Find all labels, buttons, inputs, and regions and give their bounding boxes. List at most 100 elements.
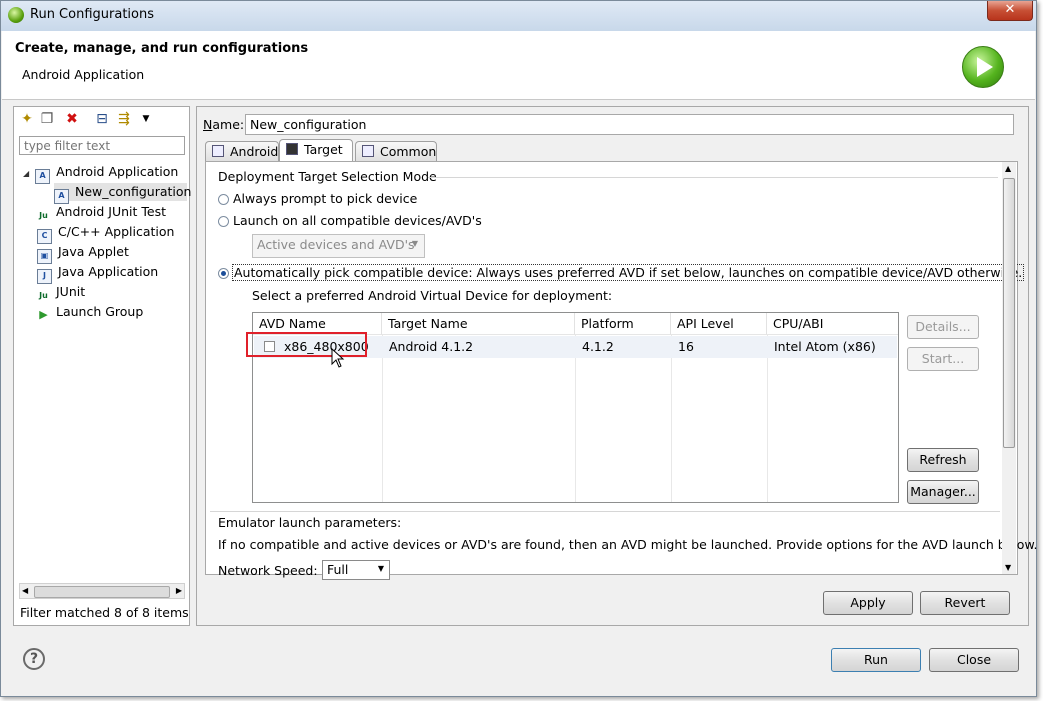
emulator-params-label: Emulator launch parameters: bbox=[218, 515, 402, 530]
target-tab-content: Deployment Target Selection Mode Always … bbox=[205, 161, 1038, 580]
window-close-button[interactable]: ✕ bbox=[987, 1, 1033, 21]
column-header-target-name[interactable]: Target Name bbox=[382, 313, 575, 335]
launch-group-icon: ▶ bbox=[39, 308, 48, 321]
column-header-api-level[interactable]: API Level bbox=[671, 313, 767, 335]
java-app-icon: J bbox=[37, 269, 52, 284]
tree-item-cpp-application[interactable]: C C/C++ Application bbox=[37, 223, 175, 244]
apply-label: Apply bbox=[850, 595, 886, 610]
tree-item-label: Android JUnit Test bbox=[56, 204, 167, 219]
filter-config-icon[interactable]: ⇶ bbox=[116, 111, 132, 127]
close-label: Close bbox=[956, 652, 992, 667]
tab-label: Android bbox=[230, 144, 279, 159]
title-bar[interactable]: Run Configurations ✕ bbox=[1, 1, 1036, 31]
manager-button[interactable]: Manager... bbox=[907, 480, 979, 504]
details-button[interactable]: Details... bbox=[907, 315, 979, 339]
android-app-icon: A bbox=[35, 169, 51, 184]
radio-launch-all[interactable] bbox=[218, 216, 229, 227]
name-input[interactable]: New_configuration bbox=[245, 114, 1014, 135]
tree-item-junit[interactable]: Ju JUnit bbox=[37, 283, 85, 301]
cell-api-level: 16 bbox=[678, 339, 694, 354]
scroll-down-icon[interactable]: ▼ bbox=[1005, 563, 1011, 572]
view-menu-chevron-down-icon[interactable]: ▼ bbox=[138, 111, 154, 127]
network-speed-value: Full bbox=[327, 562, 349, 577]
tree-item-label: Java Applet bbox=[58, 244, 129, 259]
tree-item-label: New_configuration bbox=[75, 184, 192, 199]
apply-button[interactable]: Apply bbox=[823, 591, 913, 615]
common-tab-icon bbox=[362, 145, 374, 157]
header-title: Create, manage, and run configurations bbox=[15, 41, 309, 56]
tree-item-label: Launch Group bbox=[56, 304, 144, 319]
delete-config-icon[interactable]: ✖ bbox=[64, 111, 80, 127]
radio-launch-all-label[interactable]: Launch on all compatible devices/AVD's bbox=[233, 213, 482, 228]
scrollbar-thumb[interactable] bbox=[1003, 178, 1015, 448]
refresh-button[interactable]: Refresh bbox=[907, 448, 979, 472]
tree-item-java-applet[interactable]: ▣ Java Applet bbox=[37, 243, 129, 264]
tree-item-android-application[interactable]: ◢ A Android Application bbox=[23, 163, 179, 184]
deployment-group-label: Deployment Target Selection Mode bbox=[218, 169, 437, 184]
active-devices-select[interactable]: Active devices and AVD's ▼ bbox=[252, 234, 425, 258]
window-title: Run Configurations bbox=[30, 7, 154, 22]
tree-item-label: C/C++ Application bbox=[58, 224, 175, 239]
scroll-left-icon[interactable]: ◀ bbox=[22, 586, 28, 595]
tab-android[interactable]: Android bbox=[205, 141, 279, 161]
eclipse-app-icon bbox=[8, 7, 24, 23]
tree-item-label: Android Application bbox=[56, 164, 179, 179]
tree-item-label: JUnit bbox=[56, 284, 86, 299]
name-label: Name: bbox=[203, 117, 245, 132]
tree-item-android-junit-test[interactable]: Ju Android JUnit Test bbox=[37, 203, 166, 221]
configuration-tree-panel: ✦ ❐ ✖ ⊟ ⇶ ▼ ◢ A Android Application A New_c… bbox=[13, 106, 191, 626]
column-header-platform[interactable]: Platform bbox=[575, 313, 671, 335]
java-applet-icon: ▣ bbox=[37, 249, 52, 264]
mouse-cursor-icon bbox=[331, 348, 345, 368]
start-button[interactable]: Start... bbox=[907, 347, 979, 371]
tree-horizontal-scrollbar[interactable]: ◀ ▶ bbox=[19, 583, 185, 599]
new-launch-config-icon[interactable]: ✦ bbox=[19, 111, 35, 127]
dialog-header: Create, manage, and run configurations A… bbox=[2, 31, 1035, 100]
tab-label: Common bbox=[380, 144, 437, 159]
cell-platform: 4.1.2 bbox=[582, 339, 614, 354]
chevron-down-icon: ▼ bbox=[377, 564, 384, 573]
filter-input[interactable] bbox=[19, 136, 185, 155]
revert-label: Revert bbox=[944, 595, 986, 610]
active-devices-value: Active devices and AVD's bbox=[257, 237, 415, 252]
network-speed-select[interactable]: Full ▼ bbox=[322, 560, 390, 580]
scroll-right-icon[interactable]: ▶ bbox=[176, 586, 182, 595]
junit-icon: Ju bbox=[39, 211, 48, 220]
tab-target[interactable]: Target bbox=[279, 139, 353, 162]
radio-always-prompt[interactable] bbox=[218, 194, 229, 205]
configuration-editor-panel: Name: New_configuration Android Target C… bbox=[196, 106, 1038, 626]
junit-icon: Ju bbox=[39, 291, 48, 300]
tab-common[interactable]: Common bbox=[355, 141, 437, 161]
scroll-up-icon[interactable]: ▲ bbox=[1005, 164, 1011, 173]
radio-auto-pick[interactable] bbox=[218, 268, 229, 279]
chevron-down-icon: ▼ bbox=[411, 239, 418, 248]
expand-arrow-icon[interactable]: ◢ bbox=[23, 169, 29, 178]
target-tab-icon bbox=[286, 143, 298, 155]
revert-button[interactable]: Revert bbox=[920, 591, 1010, 615]
help-icon[interactable]: ? bbox=[23, 648, 45, 670]
cpp-app-icon: C bbox=[37, 229, 52, 244]
tree-item-launch-group[interactable]: ▶ Launch Group bbox=[37, 303, 143, 321]
run-button[interactable]: Run bbox=[831, 648, 921, 672]
avd-highlight-box bbox=[246, 332, 367, 357]
group-divider bbox=[428, 177, 998, 178]
tab-vertical-scrollbar[interactable]: ▲ ▼ bbox=[1002, 162, 1016, 574]
scrollbar-thumb[interactable] bbox=[34, 586, 170, 598]
tree-item-java-application[interactable]: J Java Application bbox=[37, 263, 159, 284]
duplicate-config-icon[interactable]: ❐ bbox=[39, 111, 55, 127]
header-subtitle: Android Application bbox=[22, 67, 145, 82]
network-speed-label: Network Speed: bbox=[218, 563, 318, 578]
run-logo-icon bbox=[962, 46, 1004, 88]
radio-always-prompt-label[interactable]: Always prompt to pick device bbox=[233, 191, 417, 206]
run-label: Run bbox=[864, 652, 888, 667]
radio-auto-pick-label[interactable]: Automatically pick compatible device: Al… bbox=[232, 264, 1025, 281]
tab-label: Target bbox=[304, 142, 343, 157]
close-button[interactable]: Close bbox=[929, 648, 1019, 672]
emulator-description: If no compatible and active devices or A… bbox=[218, 537, 1038, 552]
collapse-all-icon[interactable]: ⊟ bbox=[94, 111, 110, 127]
section-divider bbox=[210, 511, 1000, 512]
tree-item-label: Java Application bbox=[58, 264, 159, 279]
column-header-cpu-abi[interactable]: CPU/ABI bbox=[767, 313, 898, 335]
tree-item-new-configuration[interactable]: A New_configuration bbox=[54, 183, 191, 204]
cell-target-name: Android 4.1.2 bbox=[389, 339, 474, 354]
